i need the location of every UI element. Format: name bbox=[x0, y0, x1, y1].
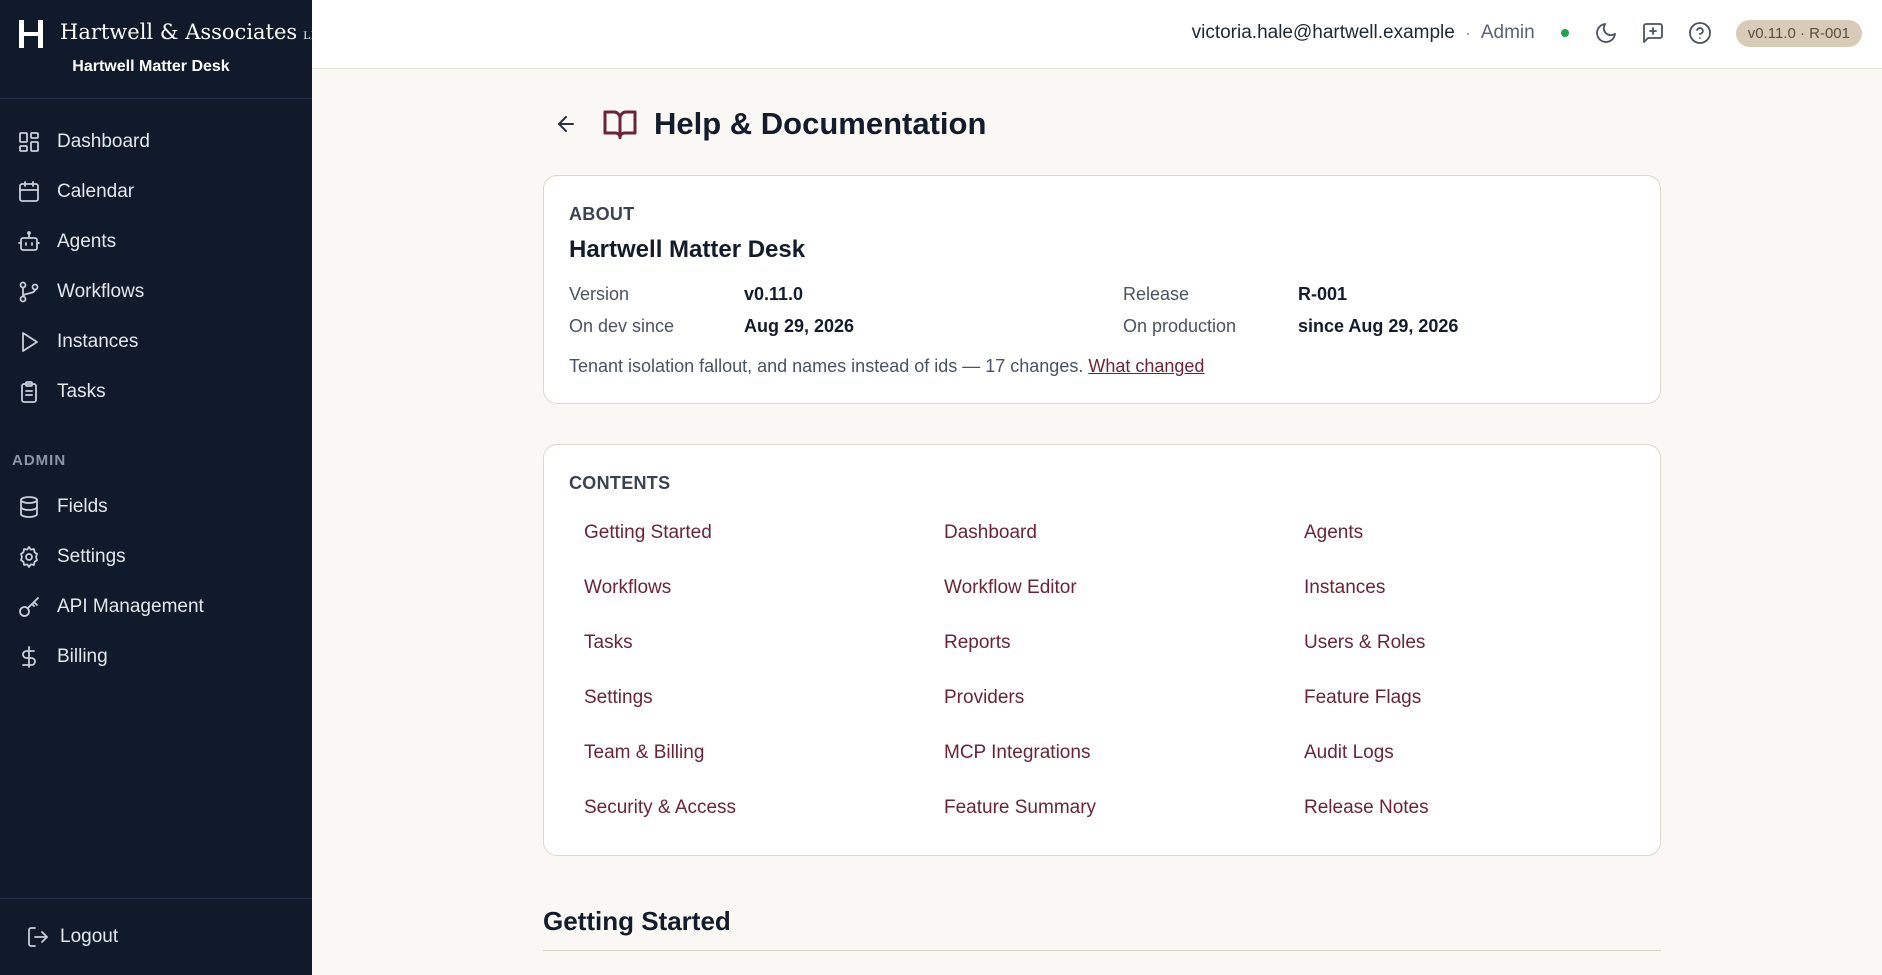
about-card: ABOUT Hartwell Matter Desk Version v0.11… bbox=[543, 175, 1661, 404]
contents-card: CONTENTS Getting Started Dashboard Agent… bbox=[543, 444, 1661, 856]
production-label: On production bbox=[1123, 316, 1237, 336]
toc-link-feature-flags[interactable]: Feature Flags bbox=[1304, 687, 1421, 709]
robot-icon bbox=[17, 230, 41, 254]
help-button[interactable] bbox=[1687, 20, 1713, 46]
sidebar-item-label: Fields bbox=[57, 496, 108, 517]
theme-toggle-button[interactable] bbox=[1593, 20, 1619, 46]
admin-section-label: ADMIN bbox=[12, 452, 67, 469]
message-plus-icon bbox=[1642, 23, 1663, 43]
sidebar-item-instances[interactable]: Instances bbox=[0, 320, 312, 364]
branch-icon bbox=[17, 280, 41, 304]
status-indicator bbox=[1560, 29, 1569, 37]
logout-icon bbox=[26, 925, 50, 949]
what-changed-link[interactable]: What changed bbox=[1088, 356, 1204, 376]
moon-icon bbox=[1595, 23, 1616, 43]
book-icon bbox=[602, 106, 638, 142]
sidebar-item-label: Instances bbox=[57, 331, 139, 352]
brand-header: Hartwell & AssociatesLLP Hartwell Matter… bbox=[0, 0, 325, 99]
arrow-left-icon bbox=[558, 116, 574, 132]
toc-link-instances[interactable]: Instances bbox=[1304, 577, 1385, 599]
toc-link-getting-started[interactable]: Getting Started bbox=[584, 522, 712, 544]
key-icon bbox=[17, 595, 41, 619]
database-icon bbox=[17, 495, 41, 519]
about-label: ABOUT bbox=[569, 204, 635, 224]
toc-link-workflows[interactable]: Workflows bbox=[584, 577, 671, 599]
toc-link-mcp-integrations[interactable]: MCP Integrations bbox=[944, 742, 1090, 764]
sidebar-item-tasks[interactable]: Tasks bbox=[0, 370, 312, 414]
user-role: Admin bbox=[1480, 22, 1535, 43]
dashboard-icon bbox=[17, 130, 41, 154]
toc-link-workflow-editor[interactable]: Workflow Editor bbox=[944, 577, 1077, 599]
logout-button[interactable]: Logout bbox=[0, 915, 312, 959]
top-bar-right: victoria.hale@hartwell.example · Admin v… bbox=[1192, 0, 1862, 66]
sidebar-item-workflows[interactable]: Workflows bbox=[0, 270, 312, 314]
sidebar-item-billing[interactable]: Billing bbox=[0, 635, 312, 679]
toc-link-agents[interactable]: Agents bbox=[1304, 522, 1363, 544]
toc-link-users-roles[interactable]: Users & Roles bbox=[1304, 632, 1425, 654]
sidebar: Hartwell & AssociatesLLP Hartwell Matter… bbox=[0, 0, 325, 975]
sidebar-item-calendar[interactable]: Calendar bbox=[0, 170, 312, 214]
page-title: Help & Documentation bbox=[654, 106, 987, 141]
sidebar-item-dashboard[interactable]: Dashboard bbox=[0, 120, 312, 164]
sidebar-footer: Logout bbox=[0, 898, 312, 975]
release-value: R-001 bbox=[1298, 284, 1348, 304]
sidebar-item-settings[interactable]: Settings bbox=[0, 535, 312, 579]
separator: · bbox=[1464, 22, 1471, 43]
sidebar-item-fields[interactable]: Fields bbox=[0, 485, 312, 529]
dollar-icon bbox=[17, 645, 41, 669]
logout-label: Logout bbox=[60, 926, 119, 947]
section-heading-getting-started: Getting Started bbox=[543, 906, 731, 936]
top-bar: victoria.hale@hartwell.example · Admin v… bbox=[312, 0, 1882, 69]
firm-logo-icon bbox=[19, 20, 43, 48]
sidebar-item-label: API Management bbox=[57, 596, 204, 617]
sidebar-item-label: Workflows bbox=[57, 281, 145, 302]
play-icon bbox=[17, 330, 41, 354]
sidebar-item-label: Tasks bbox=[57, 381, 106, 402]
section-divider bbox=[543, 950, 1661, 951]
calendar-icon bbox=[17, 180, 41, 204]
version-label: Version bbox=[569, 284, 630, 304]
help-circle-icon bbox=[1688, 22, 1711, 44]
sidebar-item-label: Agents bbox=[57, 231, 117, 252]
toc-link-audit-logs[interactable]: Audit Logs bbox=[1304, 742, 1394, 764]
production-value: since Aug 29, 2026 bbox=[1298, 316, 1459, 336]
user-email: victoria.hale@hartwell.example bbox=[1191, 22, 1455, 43]
back-button[interactable] bbox=[552, 110, 580, 138]
toc-link-reports[interactable]: Reports bbox=[944, 632, 1011, 654]
sidebar-item-label: Settings bbox=[57, 546, 126, 567]
clipboard-icon bbox=[17, 380, 41, 404]
release-description: Tenant isolation fallout, and names inst… bbox=[569, 356, 1204, 377]
page-header: Help & Documentation bbox=[552, 104, 986, 144]
toc-link-feature-summary[interactable]: Feature Summary bbox=[944, 797, 1096, 819]
release-summary: Tenant isolation fallout, and names inst… bbox=[569, 356, 1084, 376]
toc-link-release-notes[interactable]: Release Notes bbox=[1304, 797, 1429, 819]
version-badge: v0.11.0 · R-001 bbox=[1735, 19, 1862, 47]
sidebar-item-api-management[interactable]: API Management bbox=[0, 585, 312, 629]
sidebar-item-label: Dashboard bbox=[57, 131, 150, 152]
contents-label: CONTENTS bbox=[569, 473, 671, 493]
sidebar-item-label: Calendar bbox=[57, 181, 135, 202]
firm-name: Hartwell & AssociatesLLP bbox=[60, 20, 326, 44]
about-app-name: Hartwell Matter Desk bbox=[569, 236, 806, 263]
toc-link-team-billing[interactable]: Team & Billing bbox=[584, 742, 704, 764]
toc-link-dashboard[interactable]: Dashboard bbox=[944, 522, 1037, 544]
feedback-button[interactable] bbox=[1640, 20, 1666, 46]
sidebar-item-agents[interactable]: Agents bbox=[0, 220, 312, 264]
toc-link-settings[interactable]: Settings bbox=[584, 687, 653, 709]
toc-link-tasks[interactable]: Tasks bbox=[584, 632, 633, 654]
sidebar-item-label: Billing bbox=[57, 646, 108, 667]
dev-since-label: On dev since bbox=[569, 316, 675, 336]
toc-link-security-access[interactable]: Security & Access bbox=[584, 797, 736, 819]
toc-link-providers[interactable]: Providers bbox=[944, 687, 1024, 709]
release-label: Release bbox=[1123, 284, 1190, 304]
dev-since-value: Aug 29, 2026 bbox=[744, 316, 855, 336]
version-value: v0.11.0 bbox=[744, 284, 804, 304]
gear-icon bbox=[17, 545, 41, 569]
product-name: Hartwell Matter Desk bbox=[72, 58, 230, 75]
